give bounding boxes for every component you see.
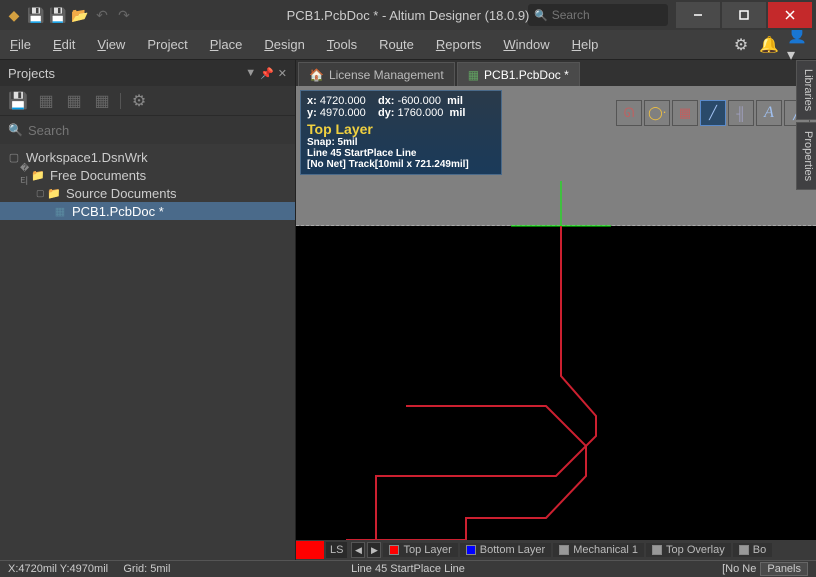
menu-edit[interactable]: Edit <box>53 37 75 52</box>
panel-search-icon: 🔍 <box>8 123 24 137</box>
line-icon[interactable]: ╱ <box>700 100 726 126</box>
menu-reports[interactable]: Reports <box>436 37 482 52</box>
status-coords: X:4720mil Y:4970mil Grid: 5mil <box>8 563 170 575</box>
window-title: PCB1.PcbDoc * - Altium Designer (18.0.9) <box>287 8 530 23</box>
menu-project[interactable]: Project <box>147 37 187 52</box>
tree-free-documents[interactable]: �티 📁 Free Documents <box>0 166 295 184</box>
toolbar-add-icon[interactable]: ▦ <box>64 91 84 111</box>
tree-workspace[interactable]: ▢ Workspace1.DsnWrk <box>0 148 295 166</box>
user-icon[interactable]: 👤▾ <box>788 36 806 54</box>
layer-prev-button[interactable]: ◀ <box>351 542 365 558</box>
project-tree: ▢ Workspace1.DsnWrk �티 📁 Free Documents … <box>0 144 295 560</box>
search-icon: 🔍 <box>534 9 548 22</box>
toolbar-remove-icon[interactable]: ▦ <box>92 91 112 111</box>
tab-pcb[interactable]: ▦ PCB1.PcbDoc * <box>457 62 580 86</box>
open-icon[interactable]: 📂 <box>70 5 90 25</box>
global-search-input[interactable] <box>552 8 662 22</box>
pcb-drawing <box>296 86 816 560</box>
toolbar-gear-icon[interactable]: ⚙ <box>129 91 149 111</box>
panel-dropdown-icon[interactable]: ▼ <box>245 67 256 80</box>
tree-source-documents[interactable]: ▢ 📁 Source Documents <box>0 184 295 202</box>
status-net: [No Ne <box>722 563 756 575</box>
menu-design[interactable]: Design <box>264 37 304 52</box>
toolbar-save-icon[interactable]: 💾 <box>8 91 28 111</box>
bulb-icon[interactable]: ◯ᐧ <box>644 100 670 126</box>
global-search[interactable]: 🔍 <box>528 4 668 26</box>
panel-close-icon[interactable]: ✕ <box>278 67 287 80</box>
text-icon[interactable]: A <box>756 100 782 126</box>
workspace-icon: ▢ <box>6 150 22 164</box>
layer-tabs: LS ◀ ▶ Top Layer Bottom Layer Mechanical… <box>296 540 816 560</box>
menu-place[interactable]: Place <box>210 37 243 52</box>
menu-view[interactable]: View <box>97 37 125 52</box>
home-icon: 🏠 <box>309 68 324 82</box>
mask-icon[interactable]: ▦ <box>672 100 698 126</box>
tree-active-document[interactable]: ▦ PCB1.PcbDoc * <box>0 202 295 220</box>
tab-libraries[interactable]: Libraries <box>796 60 816 120</box>
collapse-icon[interactable]: ▢ <box>36 188 46 199</box>
save-all-icon[interactable]: 💾 <box>48 5 68 25</box>
projects-panel: Projects ▼ 📌 ✕ 💾 ▦ ▦ ▦ ⚙ 🔍 ▢ Workspace1.… <box>0 60 296 560</box>
layer-tab-bo[interactable]: Bo <box>733 543 772 557</box>
menu-route[interactable]: Route <box>379 37 414 52</box>
pcb-doc-icon: ▦ <box>52 204 68 218</box>
place-toolbar: ᘏ ◯ᐧ ▦ ╱ ╢ A ╱ <box>616 100 810 128</box>
panel-header: Projects ▼ 📌 ✕ <box>0 60 295 86</box>
pcb-icon: ▦ <box>468 68 479 82</box>
main-area: 🏠 License Management ▦ PCB1.PcbDoc * ᘏ ◯… <box>296 60 816 560</box>
panel-title: Projects <box>8 66 55 81</box>
minimize-button[interactable] <box>676 2 720 28</box>
maximize-button[interactable] <box>722 2 766 28</box>
tab-properties[interactable]: Properties <box>796 122 816 190</box>
current-layer-swatch <box>296 541 324 559</box>
panel-search: 🔍 <box>0 116 295 144</box>
undo-icon[interactable]: ↶ <box>92 5 112 25</box>
close-button[interactable] <box>768 2 812 28</box>
menu-help[interactable]: Help <box>572 37 599 52</box>
app-icon: ◆ <box>4 5 24 25</box>
pcb-canvas[interactable]: ᘏ ◯ᐧ ▦ ╱ ╢ A ╱ x: 4720.000 dx: -600.000 … <box>296 86 816 560</box>
layer-tab-bottom[interactable]: Bottom Layer <box>460 543 551 557</box>
right-collapsed-panels: Libraries Properties <box>796 60 816 192</box>
layer-next-button[interactable]: ▶ <box>367 542 381 558</box>
panel-pin-icon[interactable]: 📌 <box>260 67 274 80</box>
dimension-icon[interactable]: ╢ <box>728 100 754 126</box>
panels-button[interactable]: Panels <box>760 562 808 576</box>
menubar: File Edit View Project Place Design Tool… <box>0 30 816 60</box>
save-icon[interactable]: 💾 <box>26 5 46 25</box>
tab-license[interactable]: 🏠 License Management <box>298 62 455 86</box>
settings-icon[interactable]: ⚙ <box>732 36 750 54</box>
statusbar: X:4720mil Y:4970mil Grid: 5mil Line 45 S… <box>0 560 816 577</box>
menu-file[interactable]: File <box>10 37 31 52</box>
panel-toolbar: 💾 ▦ ▦ ▦ ⚙ <box>0 86 295 116</box>
redo-icon[interactable]: ↷ <box>114 5 134 25</box>
layer-tab-top[interactable]: Top Layer <box>383 543 457 557</box>
toolbar-compile-icon[interactable]: ▦ <box>36 91 56 111</box>
layer-tab-overlay[interactable]: Top Overlay <box>646 543 731 557</box>
layer-set-button[interactable]: LS <box>326 542 347 558</box>
titlebar: ◆ 💾 💾 📂 ↶ ↷ PCB1.PcbDoc * - Altium Desig… <box>0 0 816 30</box>
panel-search-input[interactable] <box>24 123 287 138</box>
net-icon[interactable]: ᘏ <box>616 100 642 126</box>
status-message: Line 45 StartPlace Line <box>351 563 465 575</box>
collapse-icon[interactable]: �티 <box>20 163 30 187</box>
folder-icon: 📁 <box>30 168 46 182</box>
layer-tab-mechanical[interactable]: Mechanical 1 <box>553 543 644 557</box>
notifications-icon[interactable]: 🔔 <box>760 36 778 54</box>
menu-tools[interactable]: Tools <box>327 37 357 52</box>
document-tabs: 🏠 License Management ▦ PCB1.PcbDoc * <box>296 60 816 86</box>
menu-window[interactable]: Window <box>503 37 549 52</box>
folder-icon: 📁 <box>46 186 62 200</box>
